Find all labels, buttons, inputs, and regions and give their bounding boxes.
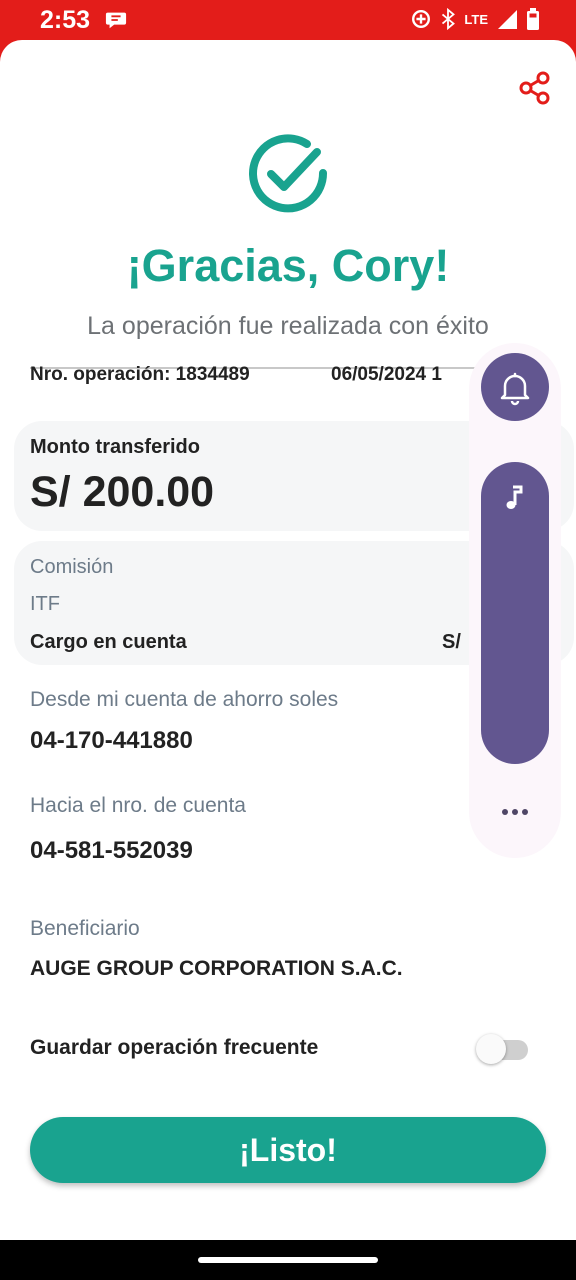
operation-date: 06/05/2024 1 xyxy=(331,364,442,385)
source-account-number: 04-170-441880 xyxy=(30,727,193,754)
battery-icon xyxy=(527,8,539,30)
signal-icon xyxy=(498,10,517,29)
status-time: 2:53 xyxy=(40,6,91,34)
status-bar: 2:53 LTE xyxy=(0,0,576,40)
message-icon xyxy=(105,12,127,29)
destination-account-number: 04-581-552039 xyxy=(30,837,193,864)
save-frequent-label: Guardar operación frecuente xyxy=(30,1036,319,1059)
destination-account-label: Hacia el nro. de cuenta xyxy=(30,794,246,817)
done-button[interactable]: ¡Listo! xyxy=(30,1117,546,1183)
share-icon[interactable] xyxy=(517,70,553,106)
beneficiary-label: Beneficiario xyxy=(30,917,140,940)
source-account-label: Desde mi cuenta de ahorro soles xyxy=(30,688,339,711)
transfer-amount-value: S/ 200.00 xyxy=(30,468,215,516)
transfer-amount-label: Monto transferido xyxy=(30,436,200,458)
more-icon[interactable] xyxy=(495,800,535,824)
network-type: LTE xyxy=(464,11,488,27)
data-saver-icon xyxy=(412,10,431,28)
bell-icon xyxy=(500,372,530,406)
commission-label: Comisión xyxy=(30,556,114,578)
ringer-mode-button[interactable] xyxy=(481,353,549,421)
itf-label: ITF xyxy=(30,593,60,615)
status-icons: LTE xyxy=(410,8,540,30)
toggle-knob xyxy=(476,1034,506,1064)
account-charge-value: S/ xyxy=(442,631,461,653)
page-title: ¡Gracias, Cory! xyxy=(126,240,450,291)
page-subtitle: La operación fue realizada con éxito xyxy=(87,312,489,340)
operation-number: Nro. operación: 1834489 xyxy=(30,364,250,385)
beneficiary-name: AUGE GROUP CORPORATION S.A.C. xyxy=(30,957,403,980)
home-gesture-handle[interactable] xyxy=(198,1257,378,1263)
save-frequent-toggle[interactable] xyxy=(476,1034,528,1064)
success-check-icon xyxy=(249,134,328,213)
account-charge-label: Cargo en cuenta xyxy=(30,631,187,653)
bluetooth-icon xyxy=(442,8,456,30)
music-note-icon xyxy=(506,485,523,509)
